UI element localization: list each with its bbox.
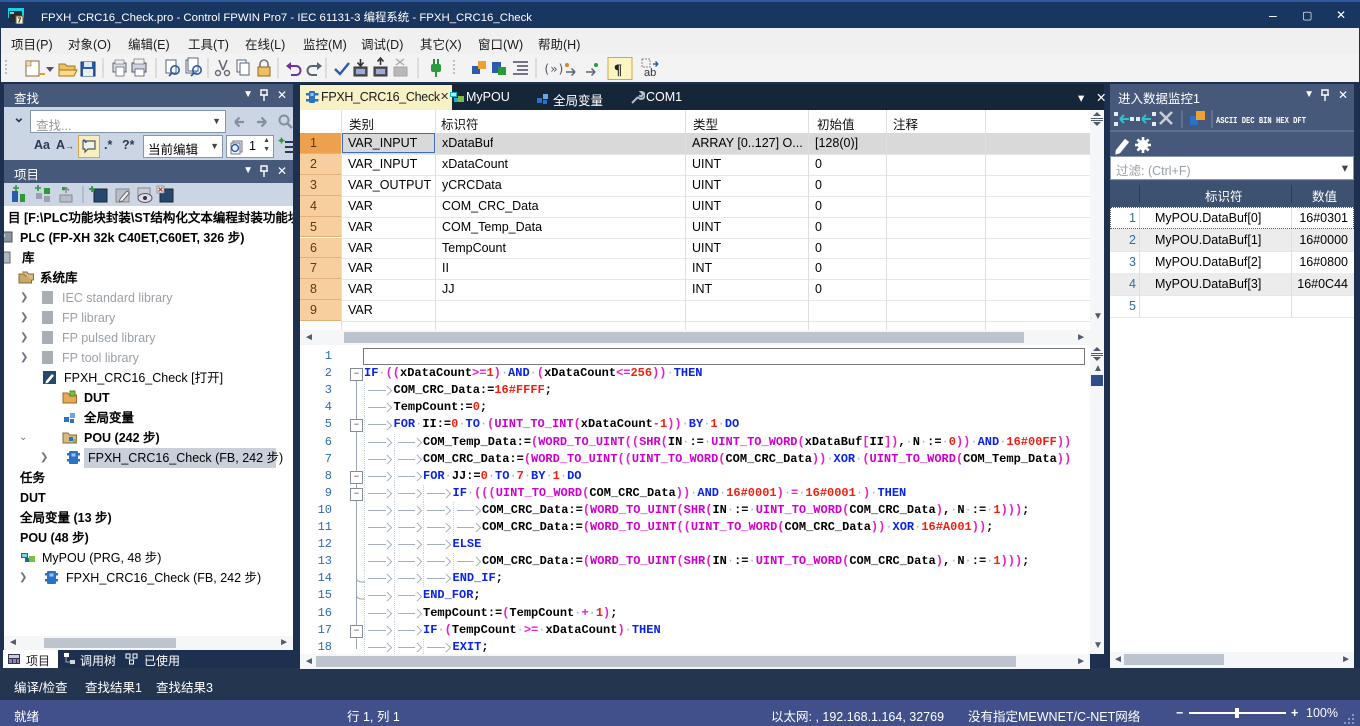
svg-text:¶: ¶ [614, 62, 622, 78]
svg-text:ASCII DEC BIN HEX DFT: ASCII DEC BIN HEX DFT [1216, 115, 1306, 126]
svg-text:ab: ab [644, 67, 656, 79]
svg-text:7: 7 [18, 18, 22, 25]
svg-text:(»): (») [543, 62, 565, 76]
